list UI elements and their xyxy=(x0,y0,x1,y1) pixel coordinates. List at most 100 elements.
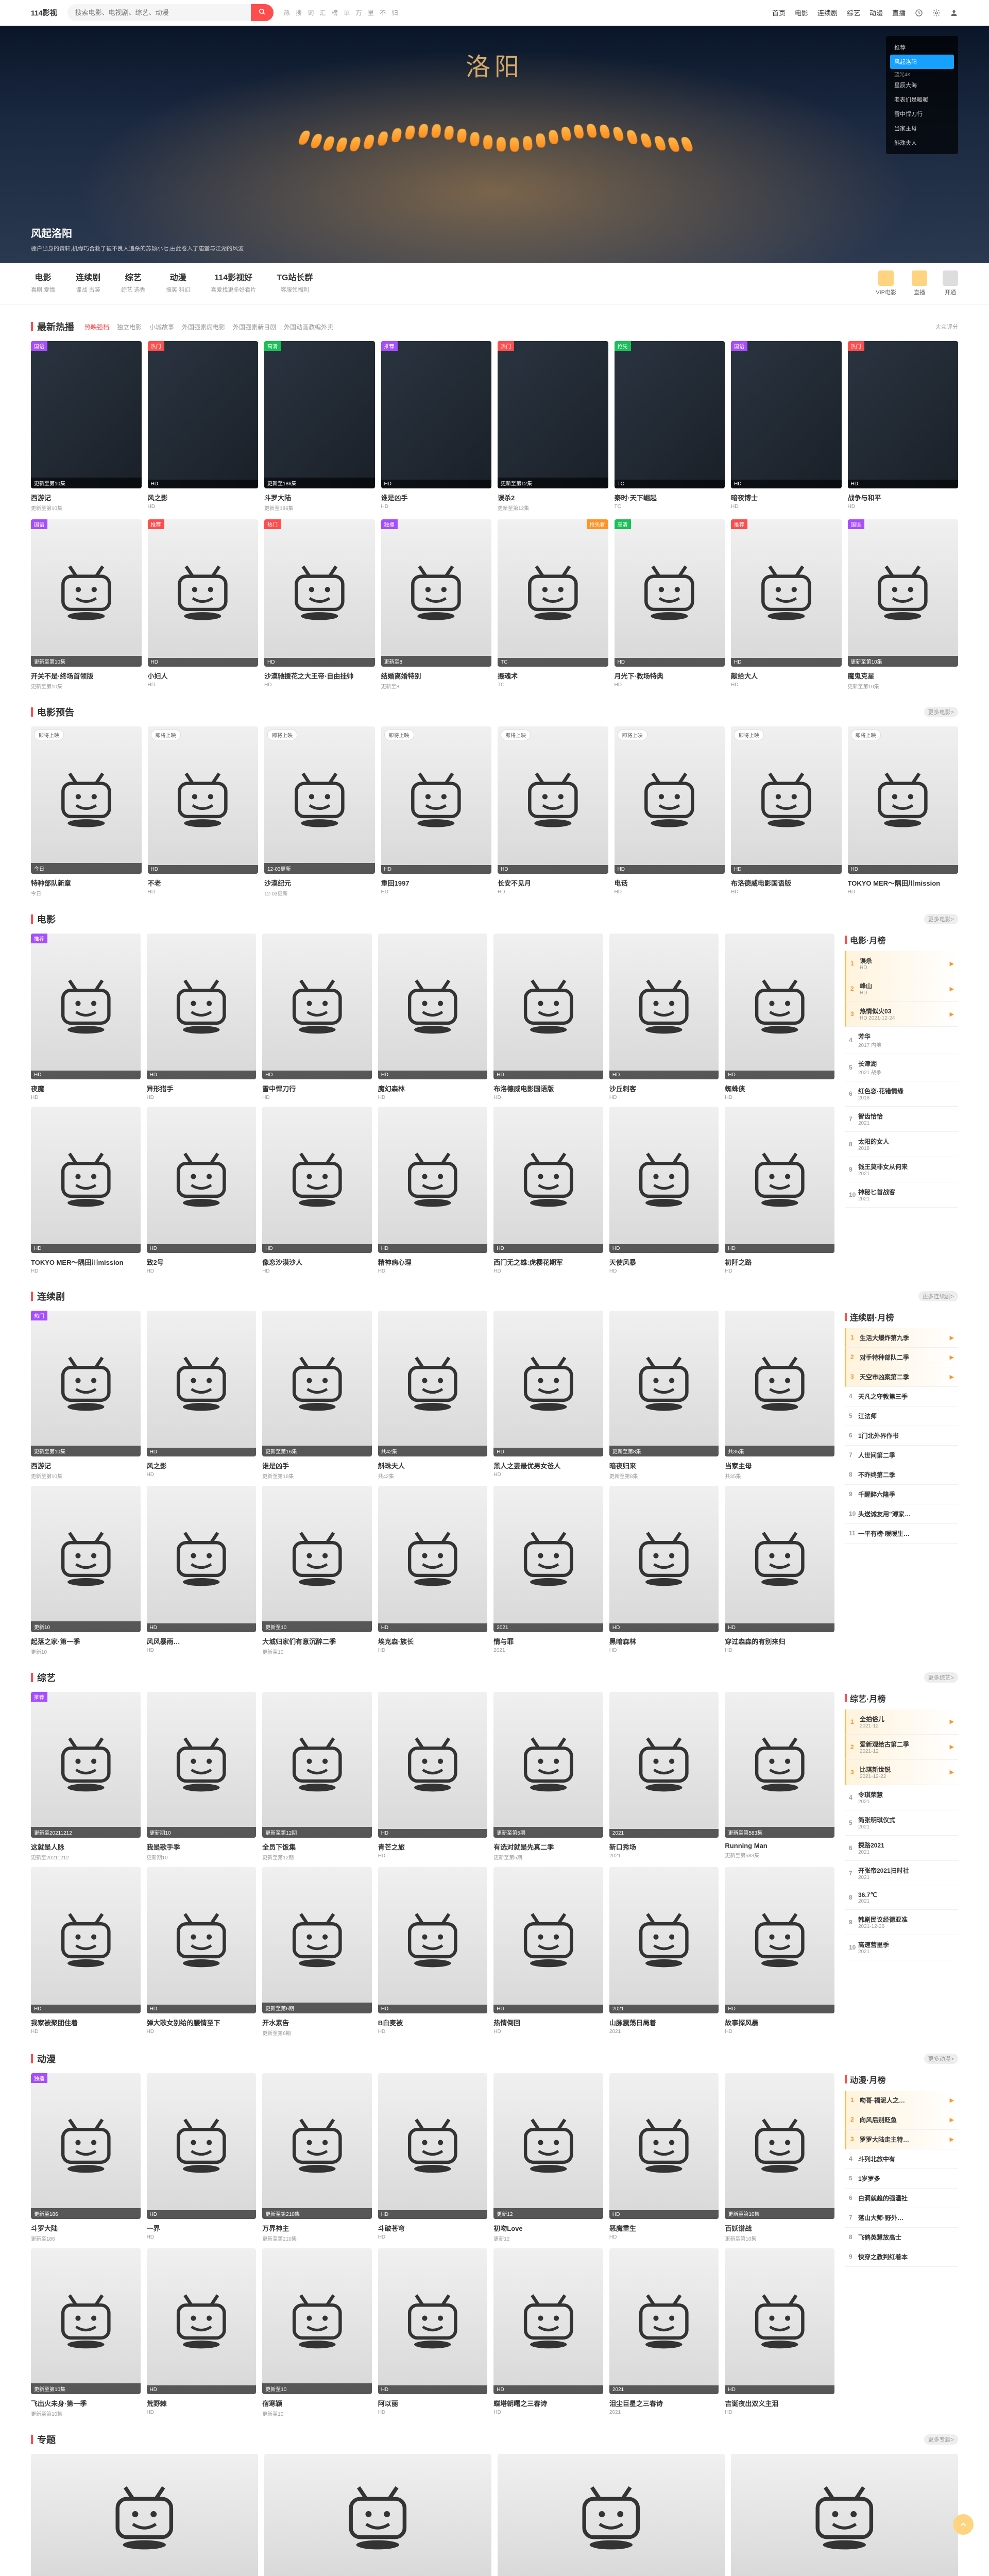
video-card[interactable]: HD埃克森·族长HD xyxy=(378,1486,488,1655)
video-card[interactable]: HDTOKYO MER～隅田川missionHD xyxy=(31,1107,141,1274)
rank-item[interactable]: 836.7℃2021 xyxy=(845,1886,958,1910)
video-card[interactable]: 推荐HD小妇人HD xyxy=(148,519,259,690)
video-card[interactable]: 高清更新至186集斗罗大陆更新至186集 xyxy=(264,341,375,512)
tab[interactable]: 外国强素席电影 xyxy=(182,323,225,331)
video-card[interactable]: 国语更新至第10集西游记更新至第10集 xyxy=(31,341,142,512)
video-card[interactable]: 大河种集剧大合集 xyxy=(264,2454,491,2576)
video-card[interactable]: HD布洛德威电影国语版HD xyxy=(493,934,603,1100)
video-card[interactable]: HD吉诞夜出双义主泪HD xyxy=(725,2248,834,2417)
hero-side-item[interactable]: 风起洛阳 xyxy=(890,55,954,69)
video-card[interactable]: HD青芒之旅HD xyxy=(378,1692,488,1861)
video-card[interactable]: 热门更新至第10集西游记更新至第10集 xyxy=(31,1311,141,1480)
video-card[interactable]: 更新至第8集暗夜归来更新至第8集 xyxy=(609,1311,719,1480)
video-card[interactable]: 即将上映12-03更新沙漠纪元12-03更新 xyxy=(264,726,375,897)
rank-item[interactable]: 10头送诚友用"溥家… xyxy=(845,1504,958,1524)
rank-item[interactable]: 1生活大爆炸第九季▶ xyxy=(845,1328,958,1348)
video-card[interactable]: 即将上映HD电话HD xyxy=(615,726,725,897)
more-link[interactable]: 更多电影> xyxy=(924,707,958,717)
video-card[interactable]: HDB白麦被HD xyxy=(378,1867,488,2036)
rank-item[interactable]: 2向风后别贬鱼▶ xyxy=(845,2110,958,2130)
video-card[interactable]: 更新10起落之家·第一季更新10 xyxy=(31,1486,141,1655)
hero-side-item[interactable]: 推荐 xyxy=(890,40,954,55)
video-card[interactable]: 更新至第210集万界神主更新至第210集 xyxy=(262,2073,372,2242)
search-input[interactable] xyxy=(67,5,251,21)
video-card[interactable]: HD我家被聚团住着HD xyxy=(31,1867,141,2036)
tab[interactable]: 外国动画教编外卖 xyxy=(284,323,333,331)
open-icon[interactable]: 开通 xyxy=(943,270,958,296)
video-card[interactable]: 即将上映HDTOKYO MER～隅田川missionHD xyxy=(848,726,959,897)
video-card[interactable]: HD斗破苍穹HD xyxy=(378,2073,488,2242)
video-card[interactable]: 独播更新至186斗罗大陆更新至186 xyxy=(31,2073,141,2242)
rank-item[interactable]: 8不昨终第二季 xyxy=(845,1465,958,1485)
rank-item[interactable]: 61门北外界作书 xyxy=(845,1426,958,1446)
video-card[interactable]: 2021新口秀场2021 xyxy=(609,1692,719,1861)
gear-icon[interactable] xyxy=(932,9,941,17)
rank-item[interactable]: 9千醒醉六隆季 xyxy=(845,1485,958,1504)
video-card[interactable]: HD像恋沙漠沙人HD xyxy=(262,1107,372,1274)
video-card[interactable]: HD黑暗森林HD xyxy=(609,1486,719,1655)
hero-side-item[interactable]: 老表们是暖暖 xyxy=(890,92,954,107)
video-card[interactable]: 国语HD暗夜博士HD xyxy=(731,341,842,512)
video-card[interactable]: HD魔幻森林HD xyxy=(378,934,488,1100)
nav-live[interactable]: 直播 xyxy=(892,8,906,18)
more-link[interactable]: 更多专题> xyxy=(924,2434,958,2445)
video-card[interactable]: 热门更新至第12集误杀2更新至第12集 xyxy=(498,341,608,512)
tab[interactable]: 外国强素新目剧 xyxy=(233,323,276,331)
rank-item[interactable]: 51岁罗多 xyxy=(845,2169,958,2189)
hero-banner[interactable]: 洛阳 风起洛阳 棚户出身的黄轩,机缘巧合救了被不良人追杀的苏颖小七,由此卷入了庙… xyxy=(0,26,989,263)
site-logo[interactable]: 114影视 xyxy=(31,8,57,18)
video-card[interactable]: 更新期10我是歌手季更新期10 xyxy=(147,1692,257,1861)
video-card[interactable]: 韩国电视剧大合集 xyxy=(498,2454,725,2576)
video-card[interactable]: 更新至10宿寒颖更新至10 xyxy=(262,2248,372,2417)
catnav-item[interactable]: 电影喜剧 爱情 xyxy=(31,270,55,294)
video-card[interactable]: 更新至第10集飞出火未身·第一季更新至第10集 xyxy=(31,2248,141,2417)
rank-item[interactable]: 4令琪荣慧2021 xyxy=(845,1785,958,1810)
video-card[interactable]: 更新12初吻Love更新12 xyxy=(493,2073,603,2242)
video-card[interactable]: HD故事探风暴HD xyxy=(725,1867,834,2036)
search-button[interactable] xyxy=(251,4,274,21)
rank-item[interactable]: 1吻哥·福泥人之…▶ xyxy=(845,2091,958,2110)
video-card[interactable]: 独播更新至8结婚离婚特别更新至8 xyxy=(381,519,492,690)
video-card[interactable]: HD异形猎手HD xyxy=(147,934,257,1100)
video-card[interactable]: 热门HD战争与和平HD xyxy=(848,341,959,512)
rank-item[interactable]: 3热情似火03HD 2021-12-24▶ xyxy=(845,1002,958,1027)
video-card[interactable]: 更新至第5期有选对就是先真二季更新至第5期 xyxy=(493,1692,603,1861)
catnav-item[interactable]: TG站长群客服领福利 xyxy=(277,270,313,294)
history-icon[interactable] xyxy=(915,9,923,17)
rank-item[interactable]: 2对手特种部队二季▶ xyxy=(845,1348,958,1367)
video-card[interactable]: HD阿以丽HD xyxy=(378,2248,488,2417)
video-card[interactable]: 抢先TC秦时·天下崛起TC xyxy=(615,341,725,512)
rank-item[interactable]: 7智齿恰恰2021 xyxy=(845,1107,958,1132)
rank-item[interactable]: 2峰山HD▶ xyxy=(845,976,958,1002)
rank-item[interactable]: 4斗列北旅中有 xyxy=(845,2149,958,2169)
live-icon[interactable]: 直播 xyxy=(912,270,927,296)
video-card[interactable]: 推荐更新至20211212这就是人脉更新至20211212 xyxy=(31,1692,141,1861)
video-card[interactable]: 即将上映今日特种部队新章今日 xyxy=(31,726,142,897)
rank-item[interactable]: 1全拍俗儿2021-12▶ xyxy=(845,1709,958,1735)
video-card[interactable]: HD荒野棘HD xyxy=(147,2248,257,2417)
nav-anime[interactable]: 动漫 xyxy=(869,8,883,18)
rank-item[interactable]: 2爱新观给古第二季2021-12▶ xyxy=(845,1735,958,1760)
more-link[interactable]: 更多动漫> xyxy=(924,2054,958,2064)
video-card[interactable]: HD风之影HD xyxy=(147,1311,257,1480)
video-card[interactable]: 更新至10大城归家们有意沉醉二季更新至10 xyxy=(262,1486,372,1655)
rank-item[interactable]: 7人世间第二季 xyxy=(845,1446,958,1465)
video-card[interactable]: 推荐HD夜魔HD xyxy=(31,934,141,1100)
video-card[interactable]: 更新至第12期全员下饭集更新至第12期 xyxy=(262,1692,372,1861)
rank-item[interactable]: 4芳华2017 内地 xyxy=(845,1027,958,1054)
catnav-item[interactable]: 114影视好喜爱找更多好看片 xyxy=(211,270,256,294)
video-card[interactable]: 更新至第583集Running Man更新至第583集 xyxy=(725,1692,834,1861)
video-card[interactable]: 亦尔剧改版大合集 xyxy=(31,2454,258,2576)
video-card[interactable]: 更新至第6期开水素告更新至第6期 xyxy=(262,1867,372,2036)
video-card[interactable]: HD黑人之妻最优男女爸人HD xyxy=(493,1311,603,1480)
video-card[interactable]: 国语更新至第10集开关不是·终场首领版更新至第10集 xyxy=(31,519,142,690)
rank-item[interactable]: 5江法师 xyxy=(845,1406,958,1426)
rank-item[interactable]: 6红色恋·花错情缘2018 xyxy=(845,1081,958,1107)
video-card[interactable]: HD恶魔重生HD xyxy=(609,2073,719,2242)
tab[interactable]: 热映强档 xyxy=(84,323,109,331)
hero-side-item[interactable]: 斛珠夫人 xyxy=(890,135,954,150)
video-card[interactable]: HD热情倒回HD xyxy=(493,1867,603,2036)
hero-side-item[interactable]: 当家主母 xyxy=(890,121,954,135)
rank-item[interactable]: 11一平有榜·暖暖生… xyxy=(845,1524,958,1544)
video-card[interactable]: 抢先看TC摄魂术TC xyxy=(498,519,608,690)
